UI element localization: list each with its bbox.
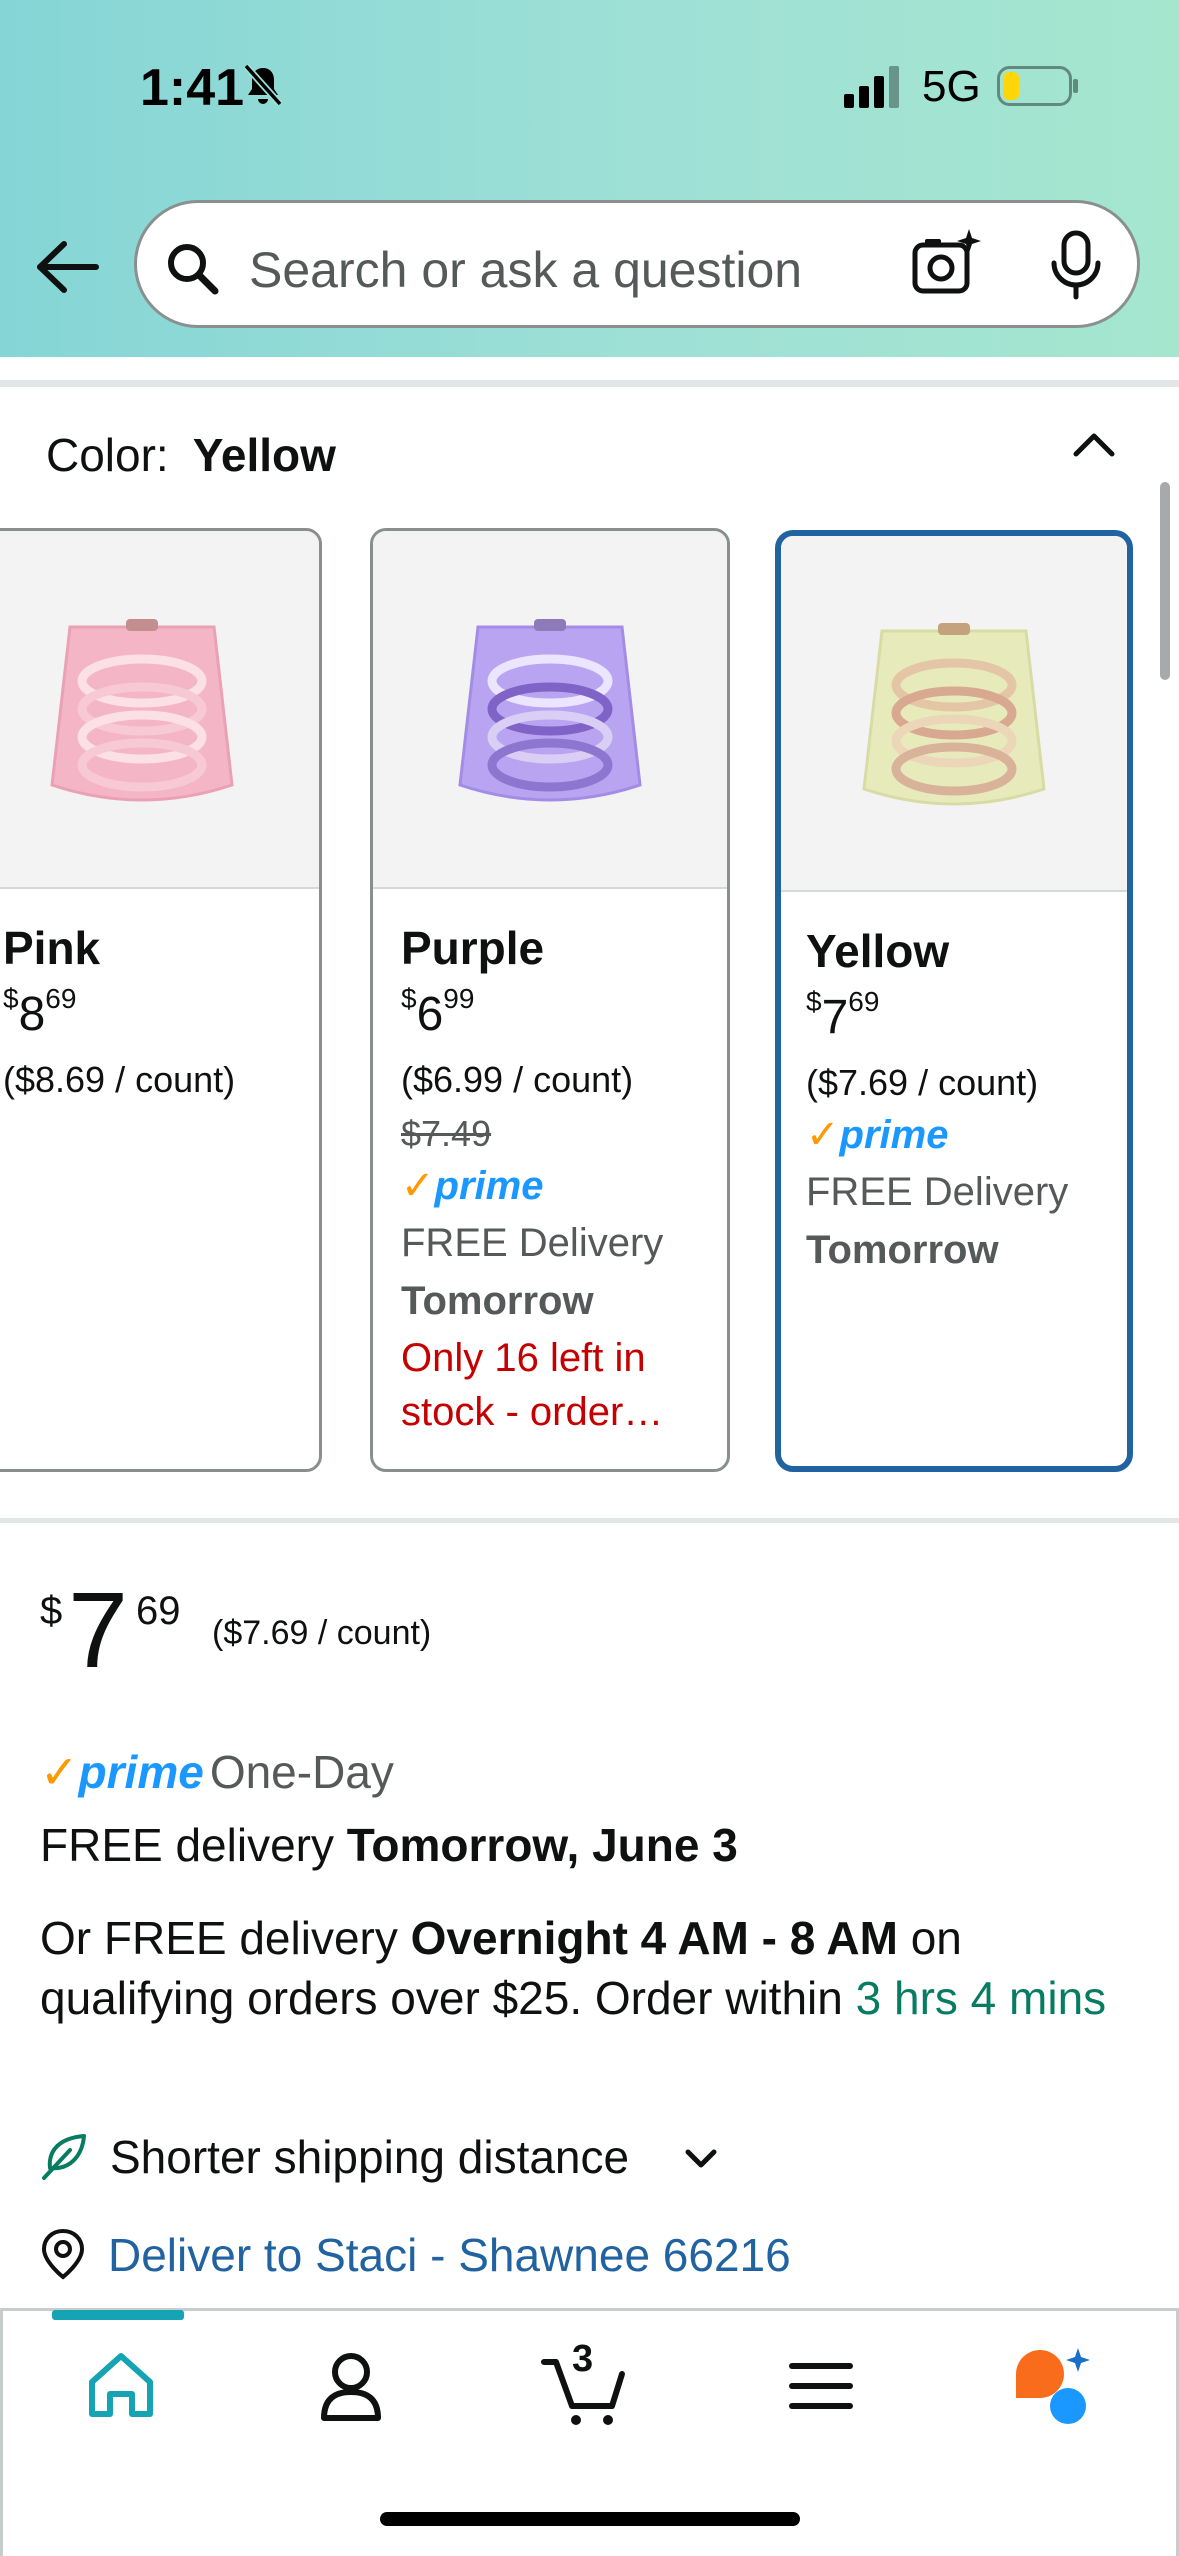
deliver-to-text: Deliver to Staci - Shawnee 66216 <box>108 2229 791 2281</box>
swatch-name: Pink <box>3 922 101 974</box>
prime-check-icon: ✓ <box>401 1164 435 1208</box>
swatch-stock-line1: Only 16 left in <box>401 1336 646 1380</box>
swatch-image <box>0 531 319 889</box>
price-symbol: $ <box>806 986 822 1017</box>
microphone-icon[interactable] <box>1043 229 1109 301</box>
back-arrow-icon[interactable] <box>30 232 104 302</box>
divider <box>0 1518 1179 1523</box>
main-price-whole: 7 <box>68 1569 129 1690</box>
prime-check-icon: ✓ <box>40 1746 79 1798</box>
nav-active-indicator <box>52 2310 184 2320</box>
swatch-image <box>781 536 1127 892</box>
prime-label: prime <box>434 1164 544 1208</box>
search-bar[interactable]: Search or ask a question <box>134 200 1140 328</box>
swatch-list-price: $7.49 <box>401 1113 492 1154</box>
search-placeholder: Search or ask a question <box>249 242 803 298</box>
status-time: 1:41 <box>140 59 245 117</box>
menu-icon <box>789 2363 853 2409</box>
swatch-image <box>373 531 727 889</box>
swatch-stock-line2: stock - order… <box>401 1390 664 1434</box>
shipping-distance-label: Shorter shipping distance <box>110 2131 630 2183</box>
prime-suffix: One-Day <box>209 1746 394 1798</box>
scrollbar[interactable] <box>1160 482 1170 680</box>
chevron-down-icon <box>685 2149 717 2168</box>
account-icon <box>321 2353 381 2421</box>
swatch-unit-price: ($7.69 / count) <box>806 1062 1039 1103</box>
cart-count-badge: 3 <box>572 2338 594 2380</box>
swatch-unit-price: ($6.99 / count) <box>401 1059 634 1100</box>
product-image-yellow <box>862 623 1046 806</box>
price-symbol: $ <box>3 983 19 1014</box>
nav-rufus[interactable] <box>1010 2344 1100 2428</box>
network-type: 5G <box>922 62 981 111</box>
order-countdown: 3 hrs 4 mins <box>855 1972 1107 2024</box>
overnight-window: Overnight 4 AM - 8 AM <box>410 1912 898 1964</box>
price-whole: 6 <box>416 988 444 1041</box>
header: 1:41 5G Search or ask a question <box>0 0 1179 357</box>
prime-badge: ✓prime <box>401 1163 543 1209</box>
color-label-text: Color: <box>46 429 169 481</box>
divider <box>0 380 1179 387</box>
price-cents: 69 <box>45 983 77 1014</box>
home-indicator[interactable] <box>380 2512 800 2526</box>
prime-label: prime <box>78 1746 204 1798</box>
camera-search-icon[interactable] <box>909 227 983 301</box>
free-delivery-date: Tomorrow, June 3 <box>346 1819 738 1871</box>
swatch-delivery: FREE Delivery <box>806 1170 1069 1214</box>
main-price-symbol: $ <box>40 1589 63 1633</box>
swatch-yellow[interactable]: Yellow $769 ($7.69 / count) ✓prime FREE … <box>775 530 1133 1472</box>
location-pin-icon <box>41 2228 85 2280</box>
prime-check-icon: ✓ <box>806 1113 840 1157</box>
swatch-delivery-day: Tomorrow <box>401 1279 594 1323</box>
price-cents: 99 <box>443 983 475 1014</box>
nav-cart[interactable]: 3 <box>540 2338 630 2428</box>
price-whole: 8 <box>18 988 46 1041</box>
free-delivery-line: FREE delivery Tomorrow, June 3 <box>40 1818 738 1872</box>
nav-home[interactable] <box>76 2344 166 2428</box>
product-image-purple <box>458 619 642 802</box>
overnight-prefix: Or FREE delivery <box>40 1912 398 1964</box>
swatch-price: $699 <box>401 983 474 1042</box>
swatch-purple[interactable]: Purple $699 ($6.99 / count) $7.49 ✓prime… <box>370 528 730 1472</box>
price-whole: 7 <box>821 991 849 1044</box>
overnight-delivery-line: Or FREE delivery Overnight 4 AM - 8 AM o… <box>40 1908 1140 2028</box>
swatch-price: $769 <box>806 986 879 1045</box>
color-selected-value: Yellow <box>192 429 336 481</box>
swatch-delivery: FREE Delivery <box>401 1221 664 1265</box>
product-image-pink <box>50 619 234 802</box>
swatch-name: Yellow <box>806 925 950 977</box>
bell-off-icon <box>243 63 283 107</box>
prime-label: prime <box>839 1113 949 1157</box>
color-label: Color: Yellow <box>46 428 336 482</box>
chevron-up-icon[interactable] <box>1066 418 1122 474</box>
swatch-name: Purple <box>401 922 545 974</box>
signal-icon <box>844 66 899 108</box>
rufus-assistant-icon <box>1016 2348 1090 2424</box>
search-icon <box>168 244 219 295</box>
swatch-delivery-day: Tomorrow <box>806 1228 999 1272</box>
nav-menu[interactable] <box>776 2344 866 2428</box>
price-symbol: $ <box>401 983 417 1014</box>
price-cents: 69 <box>848 986 880 1017</box>
main-price-cents: 69 <box>136 1589 181 1633</box>
prime-one-day: ✓prime One-Day <box>40 1745 394 1799</box>
swatch-unit-price: ($8.69 / count) <box>3 1059 236 1100</box>
swatch-pink[interactable]: Pink $869 ($8.69 / count) <box>0 528 322 1472</box>
nav-account[interactable] <box>306 2344 396 2428</box>
main-unit-price: ($7.69 / count) <box>212 1614 432 1652</box>
prime-badge: ✓prime <box>806 1112 948 1158</box>
swatch-price: $869 <box>3 983 76 1042</box>
free-delivery-prefix: FREE delivery <box>40 1819 334 1871</box>
home-icon <box>89 2353 153 2417</box>
battery-icon <box>997 66 1078 106</box>
leaf-icon <box>42 2134 86 2180</box>
